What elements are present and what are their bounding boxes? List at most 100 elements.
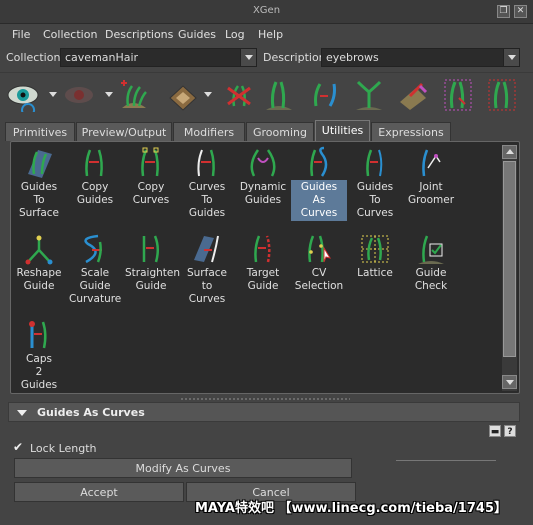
tool-copy-guides[interactable]: Copy Guides xyxy=(67,146,123,208)
guides-as-curves-icon xyxy=(310,146,328,177)
scroll-down-icon[interactable] xyxy=(502,375,517,389)
lock-length-label: Lock Length xyxy=(30,442,97,455)
panel-splitter-handle[interactable] xyxy=(180,397,350,401)
menu-descriptions[interactable]: Descriptions xyxy=(105,28,173,41)
guides-to-curves-icon xyxy=(366,149,383,177)
collapse-triangle-icon[interactable] xyxy=(17,410,27,416)
chevron-down-icon[interactable] xyxy=(240,49,256,66)
target-guide-icon xyxy=(254,235,271,263)
tool-guide-check[interactable]: Guide Check xyxy=(403,232,459,294)
collection-dropdown[interactable]: cavemanHair xyxy=(60,48,257,67)
utilities-tool-panel: Guides To Surface Copy Guides Copy Curve… xyxy=(10,141,520,394)
accept-button[interactable]: Accept xyxy=(14,482,184,502)
section-title: Guides As Curves xyxy=(37,406,145,419)
guide-check-icon xyxy=(418,235,444,264)
tool-target-guide[interactable]: Target Guide xyxy=(235,232,291,294)
menu-help[interactable]: Help xyxy=(258,28,283,41)
restore-icon[interactable]: ❐ xyxy=(497,5,510,18)
fx-guide-icon[interactable] xyxy=(441,78,475,112)
menu-log[interactable]: Log xyxy=(225,28,245,41)
split-guide-icon[interactable] xyxy=(352,78,386,112)
menu-guides[interactable]: Guides xyxy=(178,28,216,41)
scroll-thumb[interactable] xyxy=(503,161,516,357)
joint-groomer-icon xyxy=(422,149,441,177)
tool-straighten-guide[interactable]: Straighten Guide xyxy=(123,232,180,294)
xgen-toolbar xyxy=(0,72,533,118)
add-description-icon[interactable] xyxy=(116,78,150,112)
menu-icon[interactable]: ▬ xyxy=(489,425,501,437)
tool-label: Caps 2 Guides xyxy=(20,353,58,391)
modify-as-curves-button[interactable]: Modify As Curves xyxy=(14,458,352,478)
window-title: XGen xyxy=(252,5,281,16)
tool-label: Surface to Curves xyxy=(186,267,227,305)
cv-selection-icon xyxy=(308,235,332,263)
title-bar: XGen ❐ ✕ xyxy=(0,0,533,24)
description-label: Description xyxy=(263,51,326,64)
tool-label: Guides As Curves xyxy=(291,180,347,221)
chevron-down-icon[interactable] xyxy=(204,92,212,97)
tool-guides-to-surface[interactable]: Guides To Surface xyxy=(11,146,67,221)
lattice-icon xyxy=(361,235,389,263)
tool-panel-scrollbar[interactable] xyxy=(502,145,517,391)
tool-dynamic-guides[interactable]: Dynamic Guides xyxy=(235,146,291,208)
tab-bar: Primitives Preview/Output Modifiers Groo… xyxy=(5,120,525,141)
straighten-guide-icon xyxy=(142,235,159,263)
tab-expressions[interactable]: Expressions xyxy=(371,122,451,141)
guides-as-curves-section-header[interactable]: Guides As Curves xyxy=(8,402,520,422)
create-patch-icon[interactable] xyxy=(166,78,200,112)
chevron-down-icon[interactable] xyxy=(105,92,113,97)
curves-to-guides-icon xyxy=(197,149,215,177)
hidden-guides-icon[interactable] xyxy=(62,78,96,112)
divider xyxy=(396,460,496,461)
tool-reshape-guide[interactable]: Reshape Guide xyxy=(11,232,67,294)
tool-label: Copy Curves xyxy=(132,181,170,206)
guides-to-surface-icon xyxy=(28,150,52,178)
cage-guide-icon[interactable] xyxy=(485,78,519,112)
tool-caps-2-guides[interactable]: Caps 2 Guides xyxy=(11,318,67,393)
menu-bar: File Collection Descriptions Guides Log … xyxy=(0,25,533,45)
scale-guide-curvature-icon xyxy=(84,234,102,264)
tool-surface-to-curves[interactable]: Surface to Curves xyxy=(179,232,235,307)
chevron-down-icon[interactable] xyxy=(503,49,519,66)
tab-grooming[interactable]: Grooming xyxy=(246,122,314,141)
collection-value: cavemanHair xyxy=(65,51,139,64)
tool-label: Scale Guide Curvature xyxy=(69,267,122,305)
reshape-guide-icon xyxy=(25,235,53,265)
tool-scale-guide-curvature[interactable]: Scale Guide Curvature xyxy=(67,232,123,307)
close-icon[interactable]: ✕ xyxy=(514,5,527,18)
tool-copy-curves[interactable]: Copy Curves xyxy=(123,146,179,208)
menu-file[interactable]: File xyxy=(12,28,30,41)
tool-label: Copy Guides xyxy=(76,181,114,206)
tool-joint-groomer[interactable]: Joint Groomer xyxy=(403,146,459,208)
tab-preview-output[interactable]: Preview/Output xyxy=(76,122,172,141)
copy-curves-icon xyxy=(141,147,159,177)
bend-guide-icon[interactable] xyxy=(308,78,342,112)
paint-guide-icon[interactable] xyxy=(396,78,430,112)
description-value: eyebrows xyxy=(326,51,379,64)
tool-label: Reshape Guide xyxy=(16,267,62,292)
visibility-eye-icon[interactable] xyxy=(6,78,40,112)
tool-label: Guides To Surface xyxy=(18,181,59,219)
tool-label: Guide Check xyxy=(414,267,448,292)
copy-guides-icon xyxy=(85,149,103,177)
watermark: MAYA特效吧 【www.linecg.com/tieba/1745】 xyxy=(194,501,507,516)
chevron-down-icon[interactable] xyxy=(49,92,57,97)
tool-curves-to-guides[interactable]: Curves To Guides xyxy=(179,146,235,221)
scroll-up-icon[interactable] xyxy=(502,145,517,159)
tool-lattice[interactable]: Lattice xyxy=(347,232,403,281)
tool-guides-as-curves[interactable]: Guides As Curves xyxy=(291,146,347,221)
tool-cv-selection[interactable]: CV Selection xyxy=(291,232,347,294)
tool-guides-to-curves[interactable]: Guides To Curves xyxy=(347,146,403,221)
tool-label: Dynamic Guides xyxy=(239,181,287,206)
menu-collection[interactable]: Collection xyxy=(43,28,97,41)
tab-utilities[interactable]: Utilities xyxy=(315,120,370,141)
surface-to-curves-icon xyxy=(194,235,219,263)
tab-primitives[interactable]: Primitives xyxy=(5,122,75,141)
delete-description-icon[interactable] xyxy=(222,78,256,112)
lock-length-checkbox[interactable]: ✔ xyxy=(13,441,25,454)
tab-modifiers[interactable]: Modifiers xyxy=(173,122,245,141)
description-dropdown[interactable]: eyebrows xyxy=(321,48,520,67)
add-guide-icon[interactable] xyxy=(262,78,296,112)
help-button[interactable]: ? xyxy=(504,425,516,437)
tool-label: Lattice xyxy=(357,267,393,279)
